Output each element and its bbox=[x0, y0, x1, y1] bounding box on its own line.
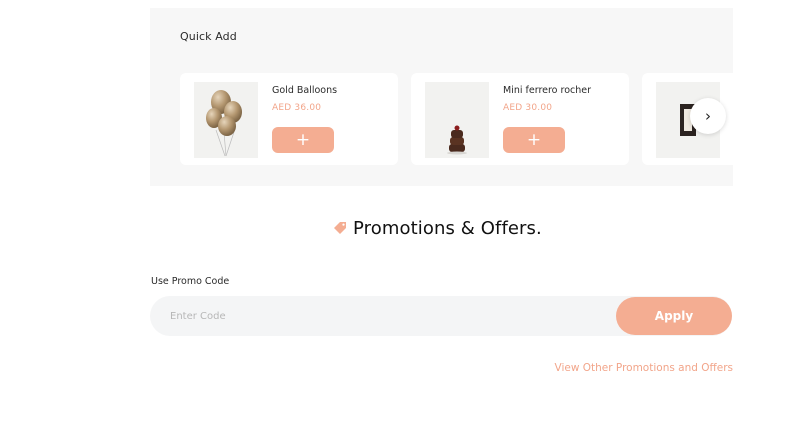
product-price: AED 36.00 bbox=[272, 103, 322, 113]
product-name[interactable]: Mini ferrero rocher bbox=[503, 85, 591, 96]
product-name[interactable]: Gold Balloons bbox=[272, 85, 337, 96]
product-price: AED 30.00 bbox=[503, 103, 553, 113]
product-image-mini-ferrero[interactable] bbox=[425, 82, 489, 158]
product-card-mini-ferrero: Mini ferrero rocher AED 30.00 + bbox=[411, 73, 629, 165]
promotions-title: Promotions & Offers. bbox=[353, 218, 542, 239]
view-other-promotions-link[interactable]: View Other Promotions and Offers bbox=[555, 362, 733, 374]
product-card-gold-balloons: Gold Balloons AED 36.00 + bbox=[180, 73, 398, 165]
promo-code-label: Use Promo Code bbox=[151, 276, 230, 287]
promo-code-field: Apply bbox=[150, 296, 732, 336]
apply-button[interactable]: Apply bbox=[616, 297, 732, 335]
promo-code-input[interactable] bbox=[170, 296, 590, 336]
quick-add-section: Quick Add Gold Balloons AED 36.00 + Mini… bbox=[150, 8, 733, 186]
promotions-heading: Promotions & Offers. bbox=[333, 218, 542, 239]
quick-add-title: Quick Add bbox=[180, 30, 237, 43]
add-to-cart-button[interactable]: + bbox=[272, 127, 334, 153]
cart-page: Quick Add Gold Balloons AED 36.00 + Mini… bbox=[0, 0, 800, 424]
chevron-right-icon[interactable]: › bbox=[690, 98, 726, 134]
tag-icon bbox=[333, 221, 348, 236]
add-to-cart-button[interactable]: + bbox=[503, 127, 565, 153]
product-image-gold-balloons[interactable] bbox=[194, 82, 258, 158]
